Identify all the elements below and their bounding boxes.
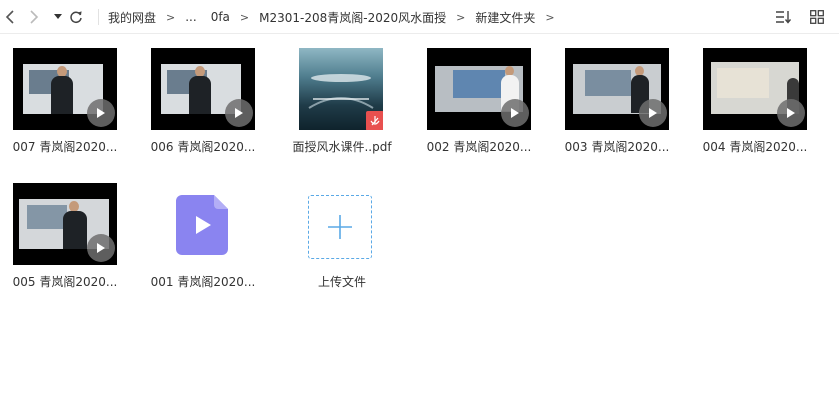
toolbar: 我的网盘 > ... 0fa > M2301-208青岚阁-2020风水面授 >… [0, 0, 839, 34]
breadcrumb-item-new-folder[interactable]: 新建文件夹 [475, 9, 535, 26]
file-name: 001 青岚阁2020... [150, 275, 256, 289]
breadcrumb-separator: > [545, 10, 555, 24]
file-item-pdf[interactable]: 面授风水课件..pdf [277, 40, 403, 160]
file-item-video[interactable]: 004 青岚阁2020... [690, 40, 816, 160]
file-name: 003 青岚阁2020... [564, 140, 670, 154]
chevron-right-icon [30, 10, 39, 24]
file-item-video[interactable]: 003 青岚阁2020... [552, 40, 678, 160]
play-icon [501, 99, 529, 127]
chevron-left-icon [5, 10, 14, 24]
view-tools [773, 7, 827, 27]
file-name: 006 青岚阁2020... [150, 140, 256, 154]
file-name: 面授风水课件..pdf [292, 140, 392, 154]
sort-icon [776, 11, 791, 24]
sort-button[interactable] [773, 7, 793, 27]
play-icon [87, 99, 115, 127]
forward-button[interactable] [24, 7, 44, 27]
history-dropdown-button[interactable] [48, 7, 68, 27]
file-item-video[interactable]: 007 青岚阁2020... [0, 40, 126, 160]
file-item-video[interactable]: 006 青岚阁2020... [138, 40, 264, 160]
play-icon [225, 99, 253, 127]
breadcrumb-item-ellipsis[interactable]: ... [185, 10, 196, 24]
video-thumbnail [427, 48, 531, 130]
plus-icon [328, 215, 352, 239]
breadcrumb-separator: > [239, 10, 250, 24]
upload-button[interactable] [308, 195, 372, 259]
grid-view-icon [810, 10, 824, 24]
breadcrumb-separator: > [456, 10, 466, 24]
upload-label: 上传文件 [317, 275, 366, 289]
grid-view-button[interactable] [807, 7, 827, 27]
video-thumbnail [565, 48, 669, 130]
video-thumbnail [13, 183, 117, 265]
breadcrumb-separator: > [166, 10, 176, 24]
file-item-video[interactable]: 002 青岚阁2020... [414, 40, 540, 160]
pdf-thumbnail [299, 48, 383, 130]
video-thumbnail [13, 48, 117, 130]
file-name: 002 青岚阁2020... [426, 140, 532, 154]
back-button[interactable] [0, 7, 20, 27]
pdf-icon [366, 111, 383, 130]
file-item-video[interactable]: 005 青岚阁2020... [0, 175, 126, 295]
breadcrumb-item-root[interactable]: 我的网盘 [108, 9, 156, 26]
video-file-icon [176, 195, 228, 255]
file-name: 007 青岚阁2020... [12, 140, 118, 154]
refresh-button[interactable] [66, 7, 86, 27]
video-thumbnail [151, 48, 255, 130]
breadcrumb: 我的网盘 > ... 0fa > M2301-208青岚阁-2020风水面授 >… [108, 0, 565, 34]
breadcrumb-item-0fa[interactable]: 0fa [211, 10, 230, 24]
toolbar-divider [98, 9, 99, 25]
play-icon [777, 99, 805, 127]
file-item-video[interactable]: 001 青岚阁2020... [138, 175, 264, 295]
refresh-icon [70, 11, 82, 24]
video-thumbnail [703, 48, 807, 130]
file-name: 005 青岚阁2020... [12, 275, 118, 289]
upload-file-item[interactable]: 上传文件 [277, 175, 403, 295]
breadcrumb-item-course-folder[interactable]: M2301-208青岚阁-2020风水面授 [259, 9, 446, 26]
play-icon [87, 234, 115, 262]
caret-down-icon [54, 14, 62, 19]
file-name: 004 青岚阁2020... [702, 140, 808, 154]
play-icon [639, 99, 667, 127]
